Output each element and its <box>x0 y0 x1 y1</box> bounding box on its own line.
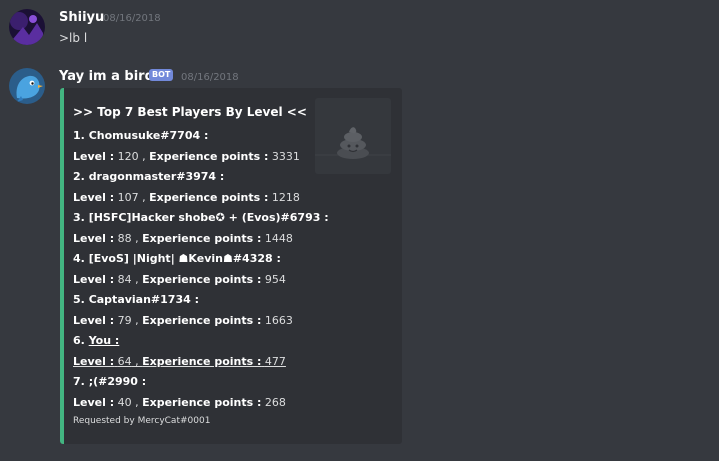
xp-value: 268 <box>264 396 286 409</box>
embed-footer: Requested by MercyCat#0001 <box>73 416 211 426</box>
player-stats: Level : 84 , Experience points : 954 <box>73 273 286 286</box>
xp-label: Experience points : <box>142 273 262 286</box>
level-label: Level : <box>73 314 115 327</box>
leaderboard-embed: >> Top 7 Best Players By Level << 1. Cho… <box>60 88 402 444</box>
player-stats: Level : 79 , Experience points : 1663 <box>73 314 293 327</box>
bot-badge: BOT <box>149 69 174 81</box>
player-tag: dragonmaster#3974 : <box>88 170 225 183</box>
leaderboard-entry: 6. You : Level : 64 , Experience points :… <box>73 334 333 369</box>
xp-label: Experience points : <box>142 232 262 245</box>
username[interactable]: Shiiyu <box>59 10 104 25</box>
player-stats: Level : 64 , Experience points : 477 <box>73 355 286 368</box>
level-label: Level : <box>73 396 115 409</box>
timestamp: 08/16/2018 <box>103 13 161 24</box>
player-tag: You : <box>88 334 120 347</box>
player-name: 5. Captavian#1734 : <box>73 293 333 307</box>
level-label: Level : <box>73 191 115 204</box>
message-content: >lb l <box>59 31 88 45</box>
level-value: 88 <box>117 232 132 245</box>
player-stats: Level : 88 , Experience points : 1448 <box>73 232 293 245</box>
rank-number: 7. <box>73 375 85 388</box>
leaderboard-entry: 3. [HSFC]Hacker shobe✪ + (Evos)#6793 : Le… <box>73 211 333 246</box>
xp-label: Experience points : <box>142 314 262 327</box>
player-name: 3. [HSFC]Hacker shobe✪ + (Evos)#6793 : <box>73 211 333 225</box>
embed-accent-bar <box>60 88 64 444</box>
level-value: 84 <box>117 273 132 286</box>
player-name: 7. ;(#2990 : <box>73 375 333 389</box>
username[interactable]: Yay im a birdo <box>59 69 163 84</box>
level-label: Level : <box>73 150 115 163</box>
xp-value: 1663 <box>264 314 293 327</box>
level-label: Level : <box>73 273 115 286</box>
xp-label: Experience points : <box>149 150 269 163</box>
player-tag: Chomusuke#7704 : <box>88 129 209 142</box>
level-label: Level : <box>73 232 115 245</box>
xp-value: 1218 <box>271 191 300 204</box>
xp-value: 1448 <box>264 232 293 245</box>
avatar[interactable] <box>9 68 45 104</box>
leaderboard-entry: 4. [EvoS] |Night| ☗Kevin☗#4328 : Level : … <box>73 252 333 287</box>
avatar[interactable] <box>9 9 45 45</box>
leaderboard-entry: 2. dragonmaster#3974 : Level : 107 , Expe… <box>73 170 333 205</box>
level-label: Level : <box>73 355 115 368</box>
player-tag: [EvoS] |Night| ☗Kevin☗#4328 : <box>88 252 281 265</box>
leaderboard-entry: 5. Captavian#1734 : Level : 79 , Experien… <box>73 293 333 328</box>
rank-number: 5. <box>73 293 85 306</box>
rank-number: 6. <box>73 334 85 347</box>
player-stats: Level : 107 , Experience points : 1218 <box>73 191 300 204</box>
leaderboard-entry: 1. Chomusuke#7704 : Level : 120 , Experie… <box>73 129 333 164</box>
level-value: 79 <box>117 314 132 327</box>
xp-value: 477 <box>264 355 286 368</box>
player-stats: Level : 40 , Experience points : 268 <box>73 396 286 409</box>
embed-title: >> Top 7 Best Players By Level << <box>73 105 307 119</box>
xp-label: Experience points : <box>149 191 269 204</box>
player-tag: ;(#2990 : <box>88 375 147 388</box>
level-value: 64 <box>117 355 132 368</box>
level-value: 40 <box>117 396 132 409</box>
player-stats: Level : 120 , Experience points : 3331 <box>73 150 300 163</box>
xp-value: 954 <box>264 273 286 286</box>
xp-label: Experience points : <box>142 396 262 409</box>
player-tag: Captavian#1734 : <box>88 293 199 306</box>
rank-number: 4. <box>73 252 85 265</box>
timestamp: 08/16/2018 <box>181 72 239 83</box>
player-tag: [HSFC]Hacker shobe✪ + (Evos)#6793 : <box>88 211 329 224</box>
level-value: 107 <box>117 191 139 204</box>
level-value: 120 <box>117 150 139 163</box>
xp-label: Experience points : <box>142 355 262 368</box>
player-name: 1. Chomusuke#7704 : <box>73 129 333 143</box>
player-name: 2. dragonmaster#3974 : <box>73 170 333 184</box>
rank-number: 3. <box>73 211 85 224</box>
rank-number: 2. <box>73 170 85 183</box>
player-name: 4. [EvoS] |Night| ☗Kevin☗#4328 : <box>73 252 333 266</box>
player-name: 6. You : <box>73 334 333 348</box>
leaderboard-entry: 7. ;(#2990 : Level : 40 , Experience poin… <box>73 375 333 410</box>
rank-number: 1. <box>73 129 85 142</box>
xp-value: 3331 <box>271 150 300 163</box>
